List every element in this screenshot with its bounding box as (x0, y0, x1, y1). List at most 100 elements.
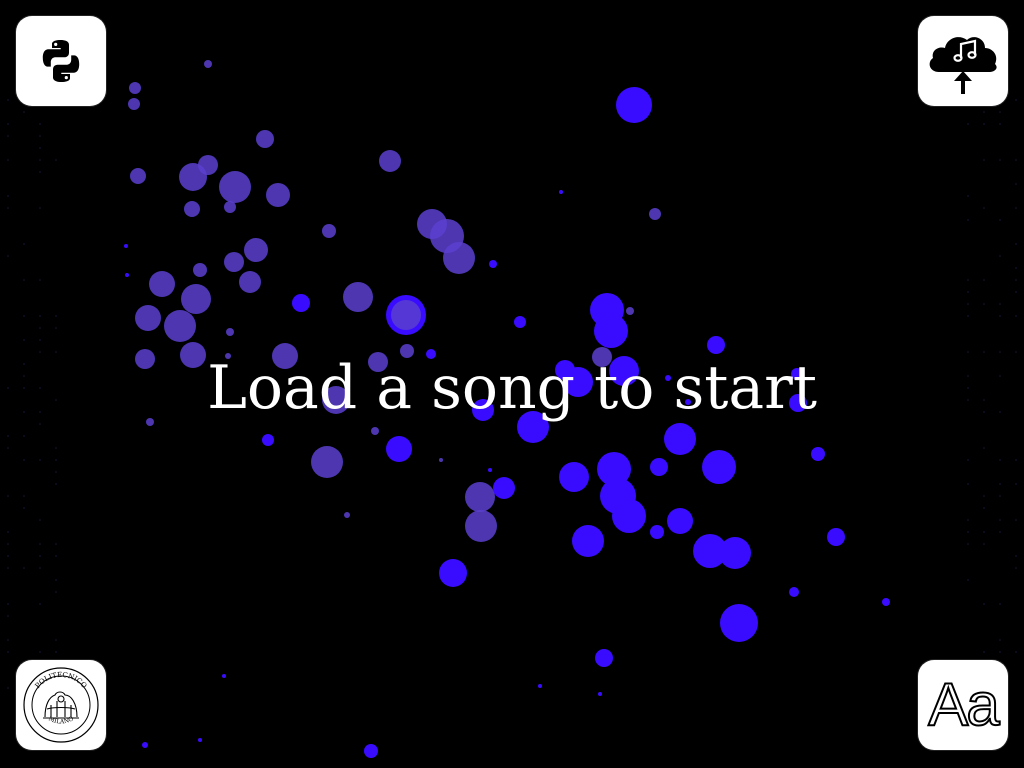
grid-dot (999, 351, 1001, 353)
grid-dot (39, 543, 41, 545)
grid-dot (39, 135, 41, 137)
grid-dot (23, 243, 25, 245)
grid-dot (999, 651, 1001, 653)
particle-dot (343, 282, 373, 312)
politecnico-milano-seal-icon: POLITECNICO MILANO (21, 665, 101, 745)
grid-dot (39, 387, 41, 389)
grid-dot (7, 543, 9, 545)
grid-dot (7, 495, 9, 497)
grid-dot (999, 315, 1001, 317)
python-button[interactable] (16, 16, 106, 106)
particle-dot (649, 208, 661, 220)
particle-dot (204, 60, 212, 68)
grid-dot (983, 399, 985, 401)
grid-dot (23, 387, 25, 389)
grid-dot (39, 315, 41, 317)
grid-dot (1015, 267, 1017, 269)
grid-dot (967, 579, 969, 581)
particle-dot (882, 598, 890, 606)
grid-dot (1015, 555, 1017, 557)
grid-dot (967, 123, 969, 125)
particle-dot (664, 423, 696, 455)
grid-dot (983, 543, 985, 545)
grid-dot (7, 123, 9, 125)
particle-dot (219, 171, 251, 203)
grid-dot (7, 135, 9, 137)
particle-dot (129, 82, 141, 94)
particle-dot (685, 399, 691, 405)
particle-dot (443, 242, 475, 274)
grid-dot (23, 435, 25, 437)
grid-dot (999, 123, 1001, 125)
grid-dot (39, 171, 41, 173)
grid-dot (999, 639, 1001, 641)
particle-dot (224, 201, 236, 213)
grid-dot (1015, 351, 1017, 353)
particle-dot (609, 356, 639, 386)
grid-dot (7, 195, 9, 197)
grid-dot (39, 279, 41, 281)
grid-dot (23, 315, 25, 317)
grid-dot (23, 411, 25, 413)
particle-dot (193, 263, 207, 277)
grid-dot (39, 327, 41, 329)
grid-dot (7, 435, 9, 437)
grid-dot (999, 255, 1001, 257)
particle-dot (667, 508, 693, 534)
grid-dot (967, 531, 969, 533)
grid-dot (967, 279, 969, 281)
particle-dot (142, 742, 148, 748)
particle-dot (292, 294, 310, 312)
grid-dot (999, 459, 1001, 461)
particle-dot (149, 271, 175, 297)
politecnico-logo-button[interactable]: POLITECNICO MILANO (16, 660, 106, 750)
grid-dot (1015, 567, 1017, 569)
font-aa-icon: Aa (928, 675, 997, 735)
particle-dot (489, 260, 497, 268)
grid-dot (1015, 207, 1017, 209)
particle-dot (226, 328, 234, 336)
particle-dot (344, 512, 350, 518)
grid-dot (55, 471, 57, 473)
grid-dot (983, 507, 985, 509)
grid-dot (983, 603, 985, 605)
grid-dot (39, 423, 41, 425)
grid-dot (55, 555, 57, 557)
grid-dot (39, 603, 41, 605)
grid-dot (1015, 291, 1017, 293)
grid-dot (999, 519, 1001, 521)
grid-dot (23, 111, 25, 113)
grid-dot (23, 339, 25, 341)
particle-dot (702, 450, 736, 484)
grid-dot (999, 531, 1001, 533)
grid-dot (23, 459, 25, 461)
grid-dot (39, 207, 41, 209)
grid-dot (7, 207, 9, 209)
grid-dot (55, 651, 57, 653)
particle-dot (598, 692, 602, 696)
grid-dot (7, 159, 9, 161)
grid-dot (55, 159, 57, 161)
grid-dot (967, 195, 969, 197)
particle-dot (595, 649, 613, 667)
grid-dot (39, 555, 41, 557)
particle-dot (488, 468, 492, 472)
grid-dot (7, 603, 9, 605)
grid-dot (7, 387, 9, 389)
particle-dot (164, 310, 196, 342)
particle-dot (135, 305, 161, 331)
grid-dot (23, 375, 25, 377)
grid-dot (967, 483, 969, 485)
particle-dot (439, 559, 467, 587)
grid-dot (1015, 279, 1017, 281)
font-settings-button[interactable]: Aa (918, 660, 1008, 750)
grid-dot (999, 495, 1001, 497)
grid-dot (983, 351, 985, 353)
particle-dot (198, 155, 218, 175)
particle-dot (789, 394, 807, 412)
particle-dot (626, 307, 634, 315)
particle-dot (256, 130, 274, 148)
upload-song-button[interactable] (918, 16, 1008, 106)
particle-dot (225, 353, 231, 359)
grid-dot (23, 279, 25, 281)
